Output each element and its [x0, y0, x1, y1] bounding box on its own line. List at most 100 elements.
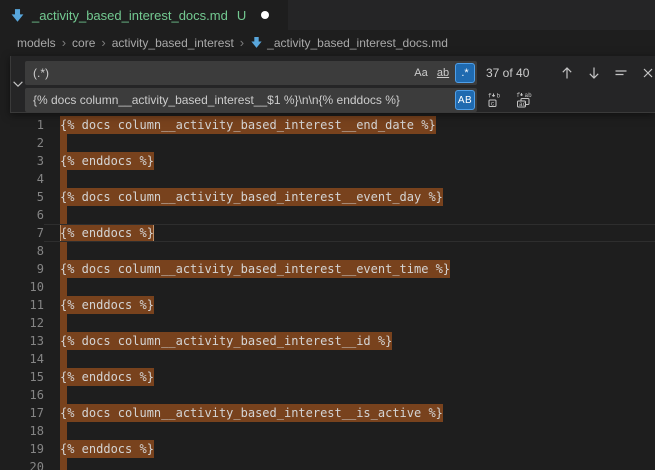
breadcrumb-item-folder[interactable]: activity_based_interest: [112, 36, 234, 50]
breadcrumb-item-models[interactable]: models: [17, 36, 56, 50]
find-match-highlight: [60, 134, 67, 152]
replace-value-text: {% docs column__activity_based_interest_…: [33, 93, 453, 107]
replace-input[interactable]: {% docs column__activity_based_interest_…: [25, 88, 477, 112]
line-number[interactable]: 14: [0, 350, 44, 368]
find-match-highlight: [60, 242, 67, 260]
previous-match-button[interactable]: [556, 62, 578, 84]
line-number[interactable]: 2: [0, 134, 44, 152]
vscode-window: { "tab": { "filename": "_activity_based_…: [0, 0, 655, 470]
line-number[interactable]: 15: [0, 368, 44, 386]
editor[interactable]: 1 {% docs column__activity_based_interes…: [0, 55, 655, 470]
find-match-highlight: [60, 278, 67, 296]
breadcrumb-separator: ›: [62, 35, 66, 50]
code-line[interactable]: 20: [0, 458, 655, 470]
code-line[interactable]: 3 {% enddocs %}: [0, 152, 655, 170]
find-match-highlight: {% enddocs %}: [60, 440, 154, 458]
code-line[interactable]: 17 {% docs column__activity_based_intere…: [0, 404, 655, 422]
line-number[interactable]: 4: [0, 170, 44, 188]
code-line[interactable]: 11 {% enddocs %}: [0, 296, 655, 314]
find-match-highlight: {% docs column__activity_based_interest_…: [60, 188, 443, 206]
modified-dot-icon[interactable]: [261, 11, 269, 19]
code-line[interactable]: 2: [0, 134, 655, 152]
code-line[interactable]: 12: [0, 314, 655, 332]
find-input[interactable]: (.*) Aa ab .*: [25, 61, 477, 85]
find-match-highlight: [60, 170, 67, 188]
find-match-highlight: {% docs column__activity_based_interest_…: [60, 404, 443, 422]
code-line[interactable]: 13 {% docs column__activity_based_intere…: [0, 332, 655, 350]
code-line[interactable]: 9 {% docs column__activity_based_interes…: [0, 260, 655, 278]
code-line[interactable]: 14: [0, 350, 655, 368]
find-in-selection-button[interactable]: [610, 62, 632, 84]
line-number[interactable]: 1: [0, 116, 44, 134]
line-number[interactable]: 10: [0, 278, 44, 296]
line-number[interactable]: 3: [0, 152, 44, 170]
find-match-highlight: [60, 350, 67, 368]
code-lines: 1 {% docs column__activity_based_interes…: [0, 55, 655, 470]
breadcrumb-separator: ›: [101, 35, 105, 50]
next-match-button[interactable]: [583, 62, 605, 84]
line-number[interactable]: 13: [0, 332, 44, 350]
preserve-case-button[interactable]: AB: [455, 90, 475, 110]
find-match-highlight: {% enddocs %}: [60, 368, 154, 386]
find-match-highlight: [60, 206, 67, 224]
line-number[interactable]: 7: [0, 224, 44, 242]
line-number[interactable]: 11: [0, 296, 44, 314]
svg-text:c: c: [491, 100, 495, 107]
line-number[interactable]: 20: [0, 458, 44, 470]
svg-text:f: f: [517, 92, 521, 99]
breadcrumb-item-core[interactable]: core: [72, 36, 95, 50]
line-number[interactable]: 17: [0, 404, 44, 422]
breadcrumb-separator: ›: [240, 35, 244, 50]
svg-text:ab: ab: [525, 92, 533, 99]
line-number[interactable]: 12: [0, 314, 44, 332]
toggle-replace-button[interactable]: [11, 56, 25, 112]
line-number[interactable]: 8: [0, 242, 44, 260]
find-match-highlight: [60, 458, 67, 470]
close-icon: [640, 65, 655, 81]
line-number[interactable]: 5: [0, 188, 44, 206]
svg-text:f: f: [488, 93, 492, 100]
line-number[interactable]: 9: [0, 260, 44, 278]
tab-activity-docs[interactable]: _activity_based_interest_docs.md U: [0, 0, 288, 30]
markdown-file-icon: [250, 36, 263, 49]
replace-button[interactable]: f b c: [484, 89, 506, 111]
code-line[interactable]: 15 {% enddocs %}: [0, 368, 655, 386]
code-line[interactable]: 8: [0, 242, 655, 260]
selection-icon: [613, 65, 629, 81]
chevron-down-icon: [11, 77, 25, 91]
code-line[interactable]: 4: [0, 170, 655, 188]
arrow-up-icon: [559, 65, 575, 81]
arrow-down-icon: [586, 65, 602, 81]
breadcrumb: models › core › activity_based_interest …: [0, 30, 655, 55]
regex-button[interactable]: .*: [455, 63, 475, 83]
code-line[interactable]: 18: [0, 422, 655, 440]
close-find-button[interactable]: [637, 62, 655, 84]
results-count: 37 of 40: [486, 66, 556, 80]
code-line[interactable]: 16: [0, 386, 655, 404]
svg-text:b: b: [497, 93, 501, 100]
tab-filename: _activity_based_interest_docs.md: [32, 8, 228, 23]
find-match-highlight: {% docs column__activity_based_interest_…: [60, 332, 392, 350]
code-line[interactable]: 5 {% docs column__activity_based_interes…: [0, 188, 655, 206]
find-match-highlight: [60, 314, 67, 332]
code-line[interactable]: 7 {% enddocs %}: [0, 224, 655, 242]
breadcrumb-item-file[interactable]: _activity_based_interest_docs.md: [267, 36, 448, 50]
tab-bar: _activity_based_interest_docs.md U: [0, 0, 655, 30]
line-number[interactable]: 6: [0, 206, 44, 224]
line-number[interactable]: 16: [0, 386, 44, 404]
replace-all-icon: f ab ac: [516, 92, 532, 108]
code-line[interactable]: 10: [0, 278, 655, 296]
svg-text:ac: ac: [519, 101, 527, 108]
code-line[interactable]: 19 {% enddocs %}: [0, 440, 655, 458]
match-case-button[interactable]: Aa: [411, 63, 431, 83]
whole-word-button[interactable]: ab: [433, 63, 453, 83]
replace-all-button[interactable]: f ab ac: [513, 89, 535, 111]
find-match-highlight: {% enddocs %}: [60, 224, 154, 242]
code-line[interactable]: 6: [0, 206, 655, 224]
find-match-highlight: [60, 422, 67, 440]
line-number[interactable]: 18: [0, 422, 44, 440]
code-line[interactable]: 1 {% docs column__activity_based_interes…: [0, 116, 655, 134]
find-match-highlight: {% docs column__activity_based_interest_…: [60, 260, 450, 278]
find-query-text: (.*): [33, 66, 409, 80]
line-number[interactable]: 19: [0, 440, 44, 458]
